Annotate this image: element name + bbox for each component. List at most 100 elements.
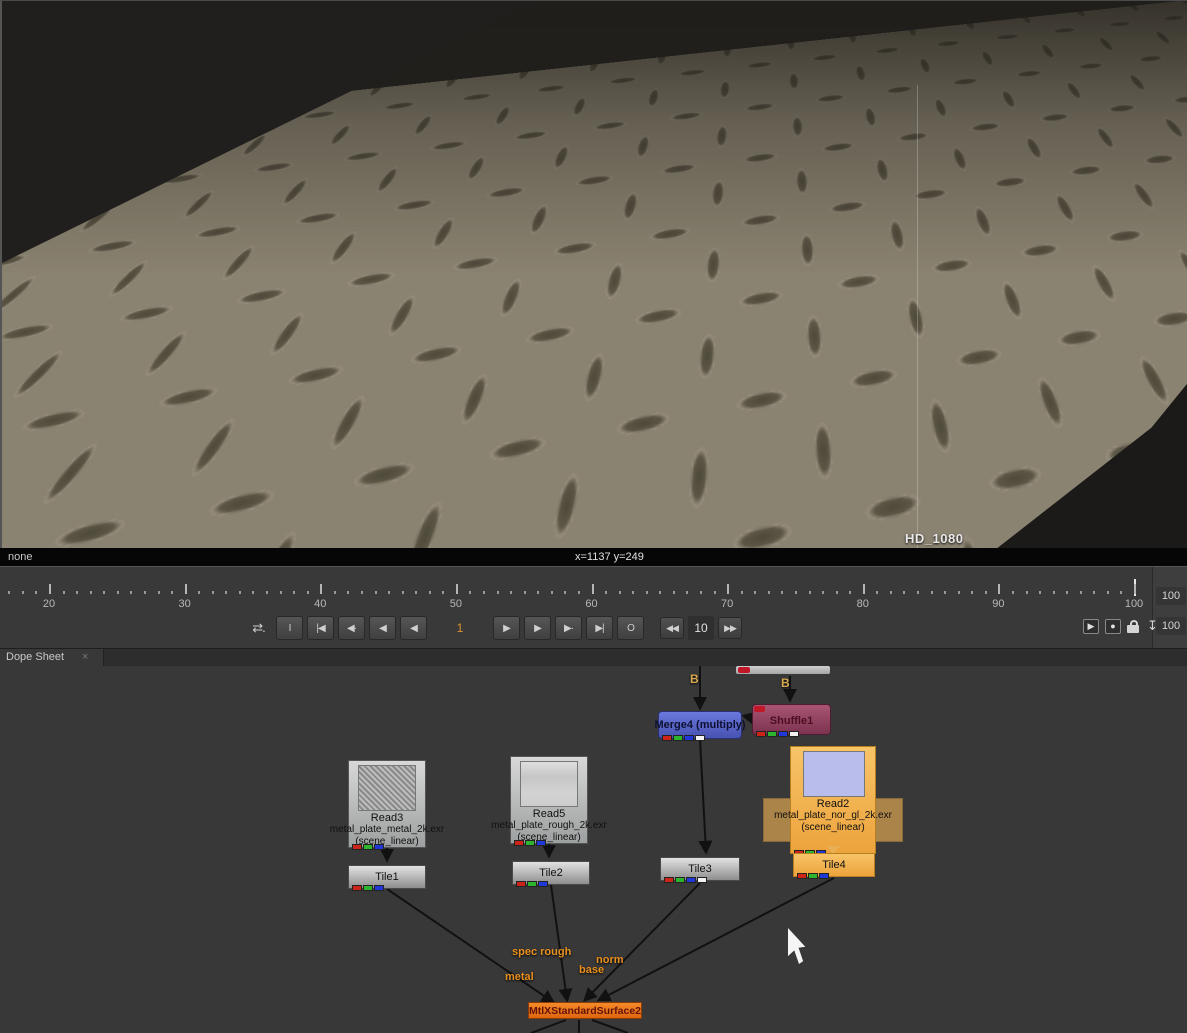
read-colorspace: (scene_linear) [801, 822, 864, 833]
channel-chips [514, 840, 546, 846]
channel-chip-w [695, 735, 705, 741]
node-mtlx-standard-surface2[interactable]: MtlXStandardSurface2 [528, 1002, 642, 1019]
frame-range-fields: 100 100 [1152, 567, 1187, 649]
format-label: HD_1080 [905, 531, 963, 546]
timeline-right-icons: ▶ ● ↧ [1083, 618, 1158, 634]
record-icon[interactable]: ● [1105, 619, 1121, 634]
node-merge4[interactable]: Merge4 (multiply) [658, 711, 742, 739]
ruler-tick [890, 591, 892, 594]
node-tile3[interactable]: Tile3 [660, 857, 740, 881]
node-read2-selected[interactable]: Read2 metal_plate_nor_gl_2k.exr (scene_l… [790, 746, 876, 854]
channel-chip-r [352, 885, 362, 891]
ruler-tick [944, 591, 946, 594]
node-graph-panel[interactable]: B B Merge4 (multiply) Shuffle1 Read3 met… [0, 666, 1187, 1033]
tab-dope-sheet[interactable]: Dope Sheet × [0, 649, 104, 667]
play-backward-button[interactable]: ◀ [369, 616, 396, 640]
ruler-tick [225, 591, 227, 594]
channel-chip-b [686, 877, 696, 883]
node-shuffle1[interactable]: Shuffle1 [752, 704, 831, 735]
ruler-tick [49, 584, 51, 594]
channel-chip-r [756, 731, 766, 737]
goto-start-button[interactable]: |◀ [307, 616, 334, 640]
channel-chip-b [538, 881, 548, 887]
ruler-tick [429, 591, 431, 594]
viewer-canvas[interactable]: HD_1080 [0, 0, 1187, 548]
node-tile2[interactable]: Tile2 [512, 861, 590, 885]
step-forward-button[interactable]: ▶ [493, 616, 520, 640]
channel-chip-g [525, 840, 535, 846]
current-frame-field[interactable]: 1 [431, 616, 489, 640]
status-none-label: none [8, 551, 32, 563]
ruler-tick [497, 591, 499, 594]
channel-chips [516, 881, 548, 887]
input-label-base: base [579, 964, 604, 976]
ruler-frame-label: 100 [1125, 598, 1143, 610]
ruler-tick [971, 591, 973, 594]
ruler-tick [1039, 591, 1041, 594]
ruler-tick [551, 591, 553, 594]
channel-chips [352, 885, 384, 891]
frame-ruler[interactable]: 2030405060708090100 [0, 567, 1150, 613]
ruler-tick [524, 591, 526, 594]
playback-mode-button[interactable]: ⇄. [245, 616, 272, 640]
ruler-tick [239, 591, 241, 594]
ruler-tick [171, 591, 173, 594]
channel-chips [664, 877, 707, 883]
ruler-tick [605, 591, 607, 594]
ruler-tick [836, 591, 838, 594]
ruler-tick [876, 591, 878, 594]
tab-close-icon[interactable]: × [82, 651, 88, 663]
lock-range-icon[interactable] [1127, 619, 1141, 634]
channel-chip-b [819, 873, 829, 879]
tab-label: Dope Sheet [6, 651, 64, 663]
ruler-tick [714, 591, 716, 594]
ruler-tick [1107, 591, 1109, 594]
node-read3[interactable]: Read3 metal_plate_metal_2k.exr (scene_li… [348, 760, 426, 848]
viewer-range-end-field[interactable]: 100 [1156, 617, 1186, 635]
ruler-tick [741, 591, 743, 594]
ruler-tick [1120, 591, 1122, 594]
ruler-tick [90, 591, 92, 594]
ruler-frame-label: 70 [721, 598, 733, 610]
node-tile1[interactable]: Tile1 [348, 865, 426, 889]
export-tray-icon[interactable]: ↧ [1147, 618, 1158, 634]
next-keyframe-button[interactable]: ▶· [555, 616, 582, 640]
ruler-tick [863, 584, 865, 594]
channel-chip-g [527, 881, 537, 887]
panel-tab-strip: Dope Sheet × [0, 648, 1187, 666]
format-boundary-line [917, 85, 918, 548]
decrement-step-button[interactable]: ◀◀ [660, 617, 684, 639]
frame-range-mode-button[interactable]: O [617, 616, 644, 640]
ruler-tick [130, 591, 132, 594]
channel-chip-g [673, 735, 683, 741]
mark-in-button[interactable]: I [276, 616, 303, 640]
ruler-tick [334, 591, 336, 594]
play-forward-button[interactable]: ▶ [524, 616, 551, 640]
channel-chip-g [363, 885, 373, 891]
ruler-tick [144, 591, 146, 594]
node-tile4-selected[interactable]: Tile4 [793, 853, 875, 877]
flipbook-icon[interactable]: ▶ [1083, 619, 1099, 634]
frame-increment-field[interactable]: 10 [688, 616, 714, 640]
ruler-tick [822, 591, 824, 594]
increment-step-button[interactable]: ▶▶ [718, 617, 742, 639]
ruler-tick [103, 591, 105, 594]
cursor-coordinates: x=1137 y=249 [575, 551, 644, 563]
ruler-frame-label: 30 [179, 598, 191, 610]
ruler-tick [388, 591, 390, 594]
step-back-button[interactable]: ◀ [400, 616, 427, 640]
ruler-tick [185, 584, 187, 594]
ruler-frame-label: 80 [857, 598, 869, 610]
channel-chip-r [516, 881, 526, 887]
node-read5[interactable]: Read5 metal_plate_rough_2k.exr (scene_li… [510, 756, 588, 844]
node-label: MtlXStandardSurface2 [529, 1003, 641, 1019]
ruler-tick [903, 591, 905, 594]
ruler-tick [415, 591, 417, 594]
clipped-node[interactable] [736, 666, 830, 674]
channel-chip-r [664, 877, 674, 883]
range-end-field[interactable]: 100 [1156, 587, 1186, 605]
goto-end-button[interactable]: ▶| [586, 616, 613, 640]
ruler-tick [564, 591, 566, 594]
ruler-tick [266, 591, 268, 594]
prev-keyframe-button[interactable]: ◀· [338, 616, 365, 640]
